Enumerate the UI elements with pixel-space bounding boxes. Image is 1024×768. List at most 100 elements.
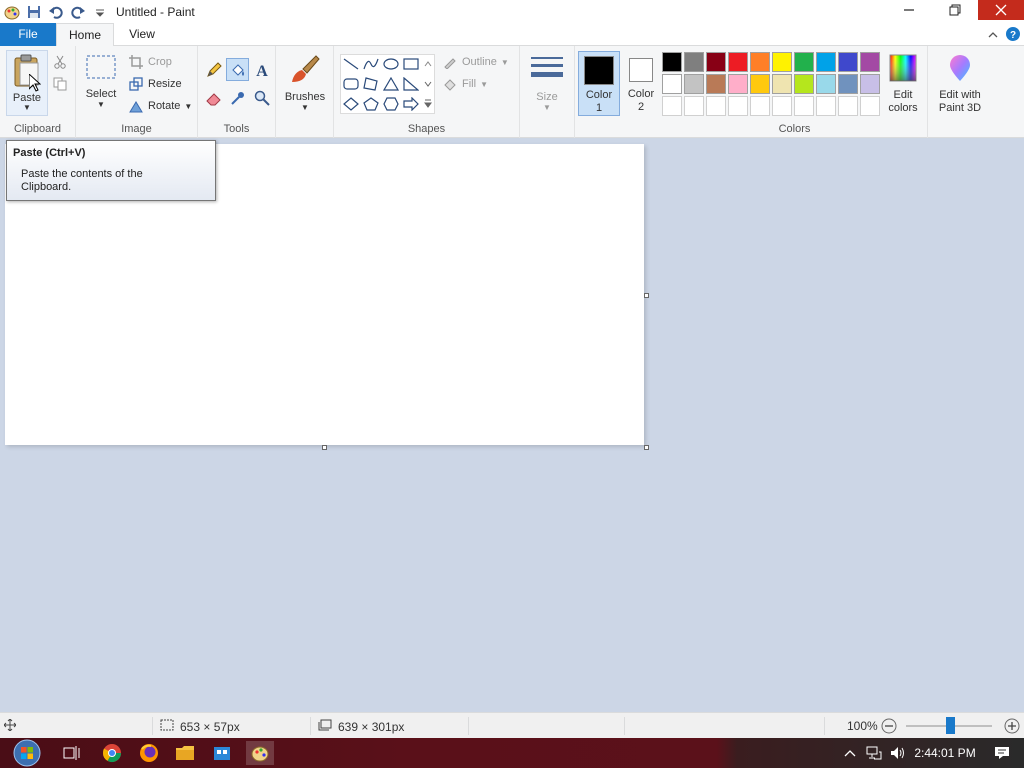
zoom-in-button[interactable] [1004, 718, 1020, 734]
chrome-icon[interactable] [100, 741, 124, 765]
help-icon[interactable]: ? [1006, 27, 1020, 44]
shapes-gallery [340, 54, 435, 114]
fill-label: Fill [462, 78, 477, 90]
ribbon-tabs: File Home View ? [0, 23, 1024, 47]
pentagon-shape-icon[interactable] [361, 95, 381, 113]
copy-icon[interactable] [50, 74, 70, 94]
resize-button[interactable]: Resize [128, 76, 182, 92]
paste-button[interactable]: Paste ▼ [6, 50, 48, 116]
outline-icon [442, 54, 458, 70]
tab-home[interactable]: Home [56, 23, 114, 47]
eraser-icon[interactable] [204, 88, 224, 108]
resize-label: Resize [148, 78, 182, 90]
minimize-button[interactable] [886, 0, 932, 20]
tooltip-description-line2: Clipboard. [21, 181, 72, 193]
clipboard-group-label: Clipboard [13, 123, 62, 135]
diamond-shape-icon[interactable] [341, 95, 361, 113]
color2-button[interactable]: Color 2 [620, 52, 662, 116]
paste-dropdown-icon[interactable]: ▼ [23, 104, 31, 112]
color1-button[interactable]: Color 1 [578, 51, 620, 116]
tab-view[interactable]: View [114, 23, 170, 46]
rotate-dropdown-icon[interactable]: ▼ [184, 102, 192, 111]
undo-icon[interactable] [48, 4, 64, 20]
magnifier-icon[interactable] [252, 88, 272, 108]
volume-icon[interactable] [886, 746, 910, 760]
size-group: Size ▼ [520, 46, 575, 138]
right-arrow-shape-icon[interactable] [401, 95, 421, 113]
mouse-cursor-icon [28, 72, 42, 92]
selection-size-indicator: 653 × 57px [160, 719, 240, 734]
close-button[interactable] [978, 0, 1024, 20]
save-icon[interactable] [26, 4, 42, 20]
fill-button[interactable]: Fill ▼ [442, 76, 488, 92]
color1-number: 1 [595, 102, 603, 114]
collapse-ribbon-icon[interactable] [988, 29, 998, 43]
crop-icon [128, 54, 144, 70]
crop-button[interactable]: Crop [128, 54, 172, 70]
redo-icon[interactable] [70, 4, 86, 20]
taskbar-clock[interactable]: 2:44:01 PM [910, 746, 980, 760]
size-icon [530, 54, 564, 85]
network-icon[interactable] [862, 746, 886, 760]
paint3d-label-line1: Edit with [939, 89, 981, 101]
svg-text:?: ? [1010, 30, 1016, 41]
edit-with-paint3d-button[interactable]: Edit with Paint 3D [934, 54, 986, 115]
cut-icon[interactable] [50, 52, 70, 72]
pencil-icon[interactable] [204, 60, 224, 80]
shapes-scroll-up-icon[interactable] [421, 55, 435, 73]
fill-dropdown-icon[interactable]: ▼ [480, 80, 488, 89]
brushes-group: Brushes ▼ [276, 46, 334, 138]
rotate-button[interactable]: Rotate ▼ [128, 98, 192, 114]
zoom-out-button[interactable] [881, 718, 897, 734]
task-view-icon[interactable] [60, 741, 84, 765]
show-hidden-icons-icon[interactable] [838, 749, 862, 757]
image-group: Select ▼ Crop Resize Rotate ▼ Image [76, 46, 198, 138]
select-button[interactable]: Select ▼ [82, 54, 120, 109]
customize-quick-access-icon[interactable] [92, 4, 108, 20]
image-group-label: Image [121, 123, 152, 135]
right-triangle-shape-icon[interactable] [401, 75, 421, 93]
paint3d-label-line2: Paint 3D [938, 102, 982, 114]
outline-dropdown-icon[interactable]: ▼ [501, 58, 509, 67]
canvas-resize-handle-bottom[interactable] [322, 445, 327, 450]
line-shape-icon[interactable] [341, 55, 361, 73]
text-icon[interactable]: A [252, 60, 272, 80]
color1-swatch [584, 56, 614, 85]
color-picker-icon[interactable] [228, 88, 248, 108]
start-button[interactable] [10, 738, 44, 768]
canvas-resize-handle-right[interactable] [644, 293, 649, 298]
hexagon-shape-icon[interactable] [381, 95, 401, 113]
color2-label: Color [627, 88, 655, 100]
color2-number: 2 [637, 101, 645, 113]
shapes-expand-icon[interactable] [421, 95, 435, 113]
tooltip-title: Paste (Ctrl+V) [13, 147, 86, 159]
maximize-button[interactable] [932, 0, 978, 20]
polygon-shape-icon[interactable] [361, 75, 381, 93]
size-button[interactable]: Size ▼ [526, 54, 568, 112]
curve-shape-icon[interactable] [361, 55, 381, 73]
rectangle-shape-icon[interactable] [401, 55, 421, 73]
zoom-slider-thumb[interactable] [946, 717, 955, 734]
colors-group-label: Colors [778, 123, 811, 135]
paint-taskbar-icon[interactable] [246, 741, 274, 765]
brushes-button[interactable]: Brushes ▼ [282, 52, 328, 112]
paint-app-icon[interactable] [4, 4, 20, 20]
brushes-dropdown-icon[interactable]: ▼ [301, 103, 309, 112]
shapes-scroll-down-icon[interactable] [421, 75, 435, 93]
tab-file[interactable]: File [0, 23, 56, 46]
rounded-rectangle-shape-icon[interactable] [341, 75, 361, 93]
outline-button[interactable]: Outline ▼ [442, 54, 509, 70]
action-center-icon[interactable] [980, 746, 1024, 760]
firefox-icon[interactable] [137, 741, 161, 765]
store-icon[interactable] [210, 741, 234, 765]
quick-access-toolbar [0, 0, 108, 23]
selection-size-icon [160, 719, 174, 734]
size-dropdown-icon[interactable]: ▼ [543, 103, 551, 112]
select-dropdown-icon[interactable]: ▼ [97, 100, 105, 109]
fill-bucket-icon[interactable] [226, 58, 249, 81]
crop-label: Crop [148, 56, 172, 68]
oval-shape-icon[interactable] [381, 55, 401, 73]
canvas-resize-handle-corner[interactable] [644, 445, 649, 450]
triangle-shape-icon[interactable] [381, 75, 401, 93]
file-explorer-icon[interactable] [173, 741, 197, 765]
